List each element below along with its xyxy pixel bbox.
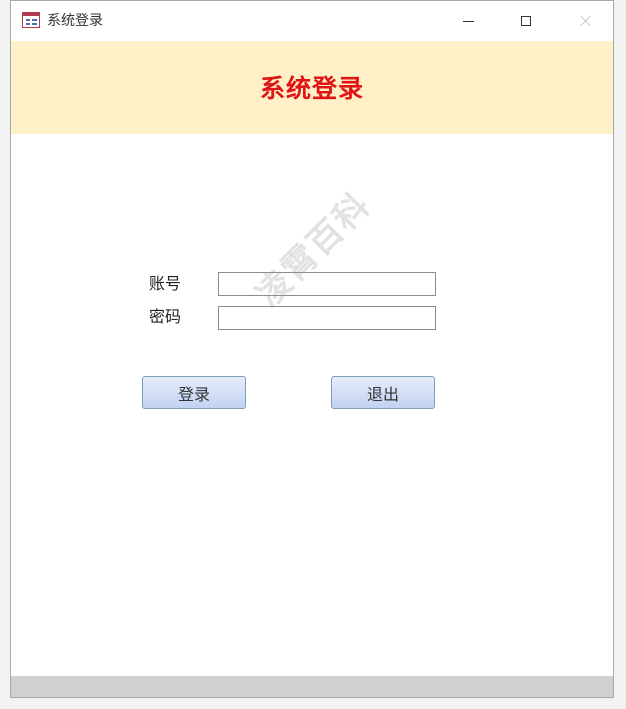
close-button[interactable]: [563, 1, 609, 41]
password-label: 密码: [149, 307, 182, 326]
minimize-button[interactable]: [445, 1, 491, 41]
login-button[interactable]: 登录: [142, 376, 246, 409]
minimize-icon: [462, 20, 474, 22]
maximize-icon: [521, 16, 531, 26]
access-form-icon: [22, 12, 40, 28]
page-title: 系统登录: [259, 74, 364, 103]
login-window: 系统登录 系统登录 账号 密码 登录 退出 凌霄百科: [10, 0, 614, 698]
password-input[interactable]: [218, 306, 436, 330]
maximize-button[interactable]: [503, 1, 549, 41]
header-banner: 系统登录: [11, 41, 613, 134]
close-icon: [580, 15, 592, 27]
title-bar: 系统登录: [11, 1, 613, 41]
window-title: 系统登录: [47, 13, 103, 29]
exit-button[interactable]: 退出: [331, 376, 435, 409]
status-bar: [11, 676, 613, 697]
account-label: 账号: [149, 274, 182, 293]
account-input[interactable]: [218, 272, 436, 296]
